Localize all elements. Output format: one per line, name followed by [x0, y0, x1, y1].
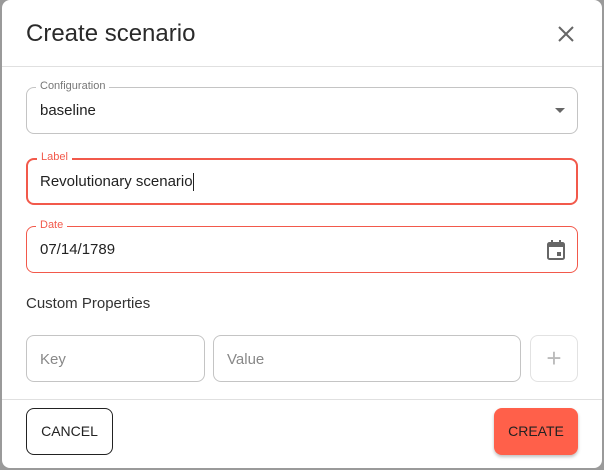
key-placeholder: Key: [40, 351, 66, 368]
date-value: 07/14/1789: [40, 241, 116, 258]
configuration-value: baseline: [40, 102, 96, 119]
configuration-select[interactable]: Configuration baseline: [26, 80, 578, 134]
value-input[interactable]: Value: [213, 335, 521, 382]
configuration-label: Configuration: [36, 80, 110, 92]
label-input[interactable]: Label Revolutionary scenario: [26, 151, 578, 205]
plus-icon: +: [546, 343, 562, 373]
create-scenario-dialog: Create scenario Configuration baseline L…: [2, 0, 602, 468]
cancel-button[interactable]: CANCEL: [26, 408, 113, 455]
header-divider: [2, 66, 602, 67]
custom-properties-heading: Custom Properties: [26, 295, 151, 312]
create-button[interactable]: CREATE: [494, 408, 578, 455]
close-icon[interactable]: [554, 22, 578, 46]
footer-divider: [2, 399, 602, 400]
text-cursor: [192, 173, 194, 192]
dropdown-arrow-icon[interactable]: [555, 108, 565, 113]
label-field-label: Label: [37, 151, 72, 163]
date-input[interactable]: Date 07/14/1789: [26, 219, 578, 273]
date-field-label: Date: [36, 219, 68, 231]
dialog-title: Create scenario: [26, 20, 196, 47]
value-placeholder: Value: [227, 351, 265, 368]
calendar-icon[interactable]: [546, 239, 566, 261]
label-value: Revolutionary scenario: [40, 173, 193, 190]
key-input[interactable]: Key: [26, 335, 205, 382]
add-property-button[interactable]: +: [530, 335, 578, 382]
